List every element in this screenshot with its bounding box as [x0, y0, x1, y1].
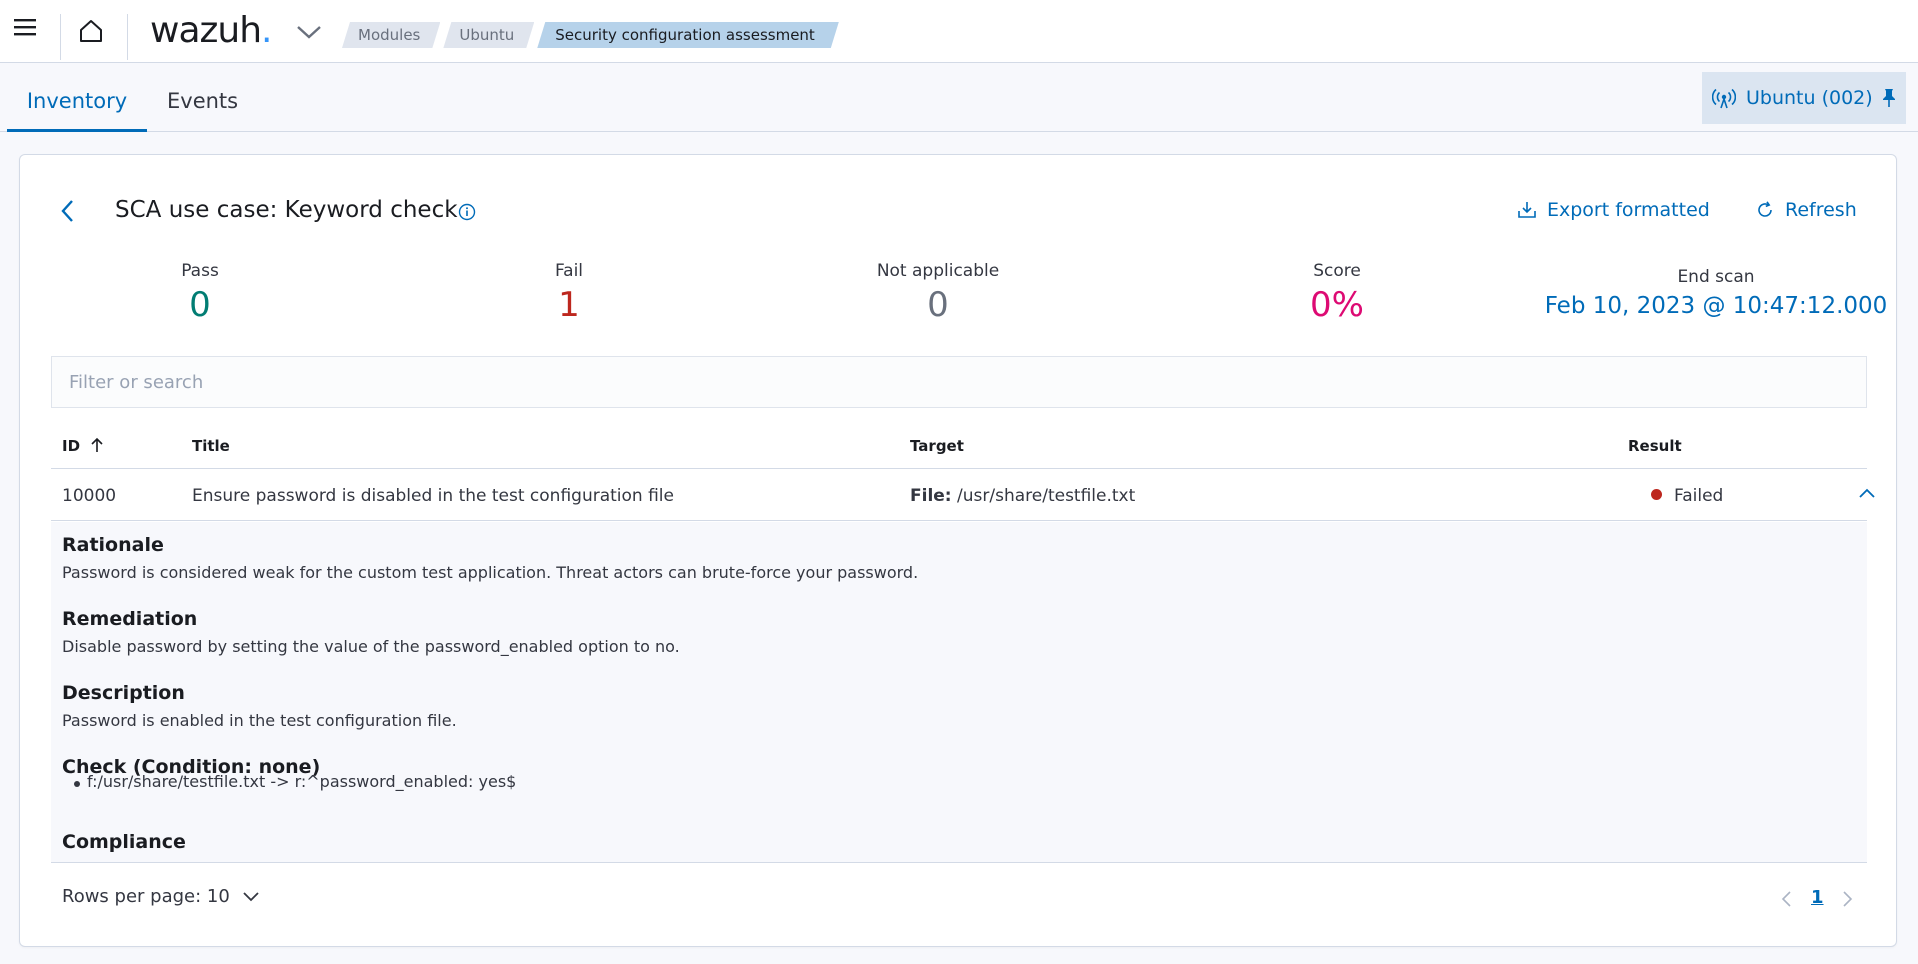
chevron-down-icon	[297, 26, 321, 39]
row-target-value: /usr/share/testfile.txt	[957, 486, 1136, 506]
table-row[interactable]: 10000 Ensure password is disabled in the…	[51, 469, 1875, 521]
column-header-target[interactable]: Target	[910, 437, 964, 455]
breadcrumb-modules[interactable]: Modules	[342, 22, 440, 48]
download-icon	[1518, 202, 1536, 218]
logo-dot: .	[261, 10, 272, 51]
row-title: Ensure password is disabled in the test …	[192, 486, 674, 506]
stat-pass-value: 0	[189, 285, 211, 325]
stat-end-scan-title: End scan	[1677, 267, 1755, 287]
stat-fail: Fail 1	[519, 261, 619, 325]
broadcast-icon	[1712, 88, 1736, 109]
info-icon	[458, 203, 476, 221]
back-button[interactable]	[56, 197, 82, 227]
home-button[interactable]	[78, 18, 106, 46]
logo-text: wazuh	[150, 10, 262, 51]
tab-events[interactable]: Events	[167, 64, 238, 132]
stat-not-applicable-value: 0	[927, 285, 949, 325]
column-header-id[interactable]: ID	[62, 437, 104, 455]
row-result: Failed	[1651, 486, 1723, 506]
module-tabs: Inventory Events Ubuntu (002)	[0, 64, 1918, 132]
chevron-up-icon	[1859, 488, 1875, 498]
agent-label: Ubuntu (002)	[1746, 87, 1873, 109]
app-switcher-button[interactable]	[296, 22, 324, 46]
tab-inventory[interactable]: Inventory	[7, 64, 147, 132]
remediation-text: Disable password by setting the value of…	[62, 637, 680, 656]
stat-pass: Pass 0	[150, 261, 250, 325]
rows-per-page-button[interactable]: Rows per page: 10	[62, 886, 260, 907]
header-divider	[60, 14, 61, 60]
description-text: Password is enabled in the test configur…	[62, 711, 457, 730]
previous-page-button[interactable]	[1780, 889, 1798, 909]
stat-fail-title: Fail	[554, 261, 584, 281]
stat-fail-value: 1	[558, 285, 580, 325]
column-header-title[interactable]: Title	[192, 437, 230, 455]
chevron-down-icon	[243, 891, 259, 901]
column-header-id-label: ID	[62, 437, 81, 455]
rationale-text: Password is considered weak for the cust…	[62, 563, 919, 582]
export-label: Export formatted	[1547, 199, 1710, 221]
hamburger-icon	[14, 19, 36, 36]
row-details: Rationale Password is considered weak fo…	[51, 522, 1867, 863]
stat-end-scan-value: Feb 10, 2023 @ 10:47:12.000	[1544, 293, 1888, 319]
row-id: 10000	[62, 486, 117, 506]
next-page-button[interactable]	[1840, 889, 1858, 909]
chevron-right-icon	[1843, 891, 1853, 907]
export-formatted-button[interactable]: Export formatted	[1517, 199, 1710, 221]
stat-pass-title: Pass	[181, 261, 219, 281]
compliance-heading: Compliance	[62, 831, 186, 853]
sort-ascending-icon	[91, 437, 103, 452]
stat-not-applicable: Not applicable 0	[858, 261, 1018, 325]
menu-button[interactable]	[14, 18, 44, 44]
remediation-heading: Remediation	[62, 608, 198, 630]
refresh-button[interactable]: Refresh	[1755, 199, 1857, 221]
row-target: File: /usr/share/testfile.txt	[910, 486, 1135, 506]
list-bullet	[74, 781, 80, 787]
column-header-result[interactable]: Result	[1628, 437, 1682, 455]
wazuh-logo[interactable]: wazuh.	[150, 10, 273, 51]
refresh-icon	[1758, 201, 1772, 217]
info-button[interactable]	[458, 203, 478, 223]
breadcrumb: Modules Ubuntu Security configuration as…	[342, 22, 842, 48]
stat-score-title: Score	[1313, 261, 1361, 281]
home-icon	[80, 20, 102, 42]
chevron-left-icon	[61, 200, 73, 222]
row-result-label: Failed	[1674, 486, 1724, 506]
rows-per-page-label: Rows per page: 10	[62, 886, 230, 907]
top-header: wazuh. Modules Ubuntu Security configura…	[0, 0, 1918, 63]
stat-score: Score 0%	[1277, 261, 1397, 325]
description-heading: Description	[62, 682, 185, 704]
check-rule: f:/usr/share/testfile.txt -> r:^password…	[87, 772, 517, 791]
search-input[interactable]	[51, 356, 1867, 408]
page-title: SCA use case: Keyword check	[115, 197, 458, 223]
stat-end-scan: End scan Feb 10, 2023 @ 10:47:12.000	[1536, 267, 1896, 319]
chevron-left-icon	[1781, 891, 1791, 907]
status-dot-icon	[1651, 489, 1662, 500]
page-number-button[interactable]: 1	[1811, 887, 1824, 908]
stat-not-applicable-title: Not applicable	[876, 261, 1000, 281]
header-divider	[127, 14, 128, 60]
breadcrumb-current: Security configuration assessment	[537, 22, 839, 48]
stat-score-value: 0%	[1310, 285, 1364, 325]
rationale-heading: Rationale	[62, 534, 164, 556]
collapse-row-button[interactable]	[1857, 485, 1879, 505]
pin-icon[interactable]	[1880, 88, 1898, 108]
row-target-label: File:	[910, 486, 952, 506]
breadcrumb-agent[interactable]: Ubuntu	[443, 22, 534, 48]
refresh-label: Refresh	[1785, 199, 1857, 221]
agent-selector[interactable]: Ubuntu (002)	[1702, 72, 1906, 124]
sca-panel: SCA use case: Keyword check Export forma…	[19, 154, 1897, 947]
